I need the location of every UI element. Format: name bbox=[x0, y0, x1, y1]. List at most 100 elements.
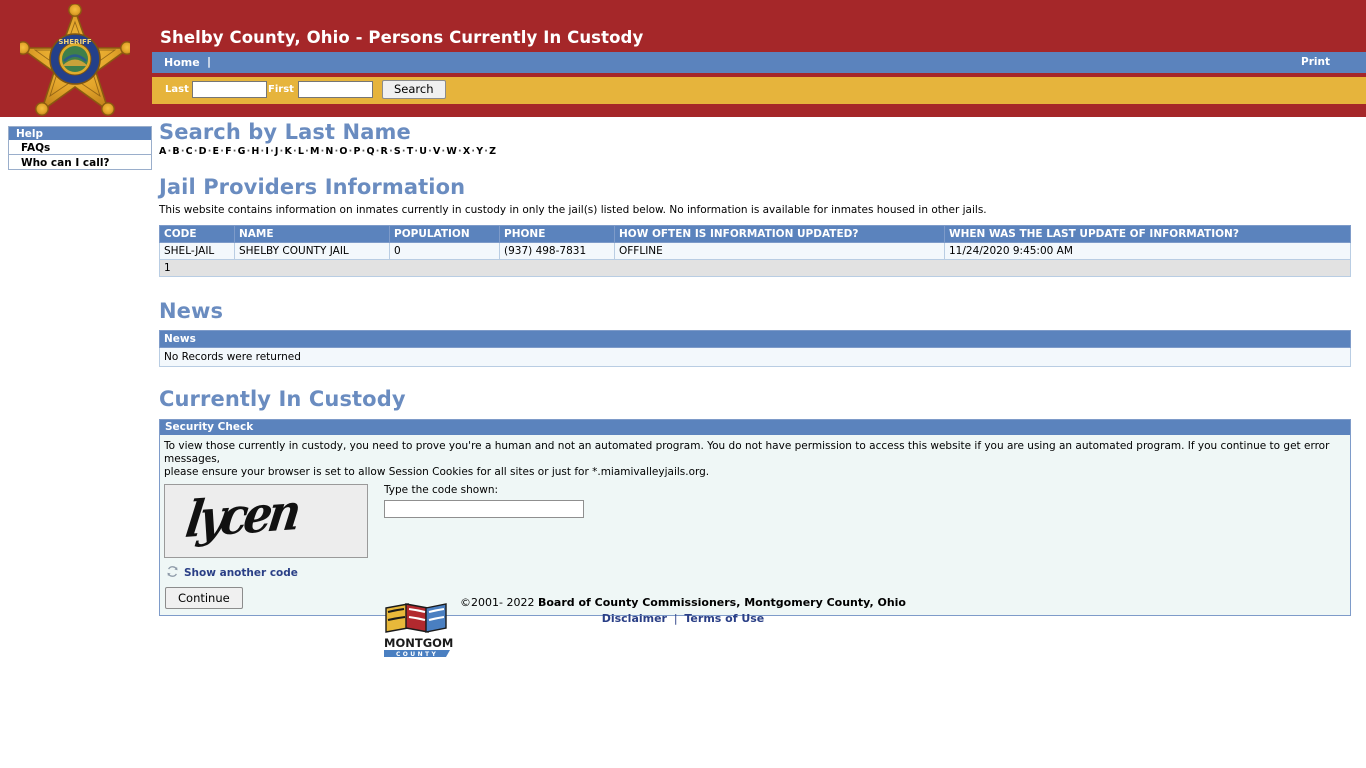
alpha-link-i[interactable]: I bbox=[265, 146, 269, 157]
col-code: CODE bbox=[159, 225, 235, 243]
alphabet-index: A·B·C·D·E·F·G·H·I·J·K·L·M·N·O·P·Q·R·S·T·… bbox=[159, 146, 1351, 157]
nav-home-link[interactable]: Home bbox=[164, 56, 200, 69]
captcha-row: lycen Type the code shown: bbox=[164, 484, 1346, 558]
first-name-label: First bbox=[268, 84, 294, 95]
alpha-link-x[interactable]: X bbox=[463, 146, 471, 157]
alpha-link-e[interactable]: E bbox=[213, 146, 220, 157]
news-empty-message: No Records were returned bbox=[159, 347, 1351, 367]
alpha-link-d[interactable]: D bbox=[199, 146, 207, 157]
footer-copyright-years: ©2001- 2022 bbox=[460, 596, 535, 609]
cell-last-update: 11/24/2020 9:45:00 AM bbox=[944, 242, 1351, 260]
sidebar-item-who-can-i-call-label[interactable]: Who can I call? bbox=[21, 157, 110, 169]
alpha-separator: · bbox=[246, 146, 251, 157]
alpha-separator: · bbox=[279, 146, 284, 157]
nav-divider: | bbox=[207, 55, 212, 68]
heading-currently-in-custody: Currently In Custody bbox=[159, 387, 406, 411]
alpha-link-k[interactable]: K bbox=[284, 146, 292, 157]
alpha-link-m[interactable]: M bbox=[310, 146, 320, 157]
disclaimer-link[interactable]: Disclaimer bbox=[602, 612, 667, 625]
alpha-separator: · bbox=[361, 146, 366, 157]
alpha-link-v[interactable]: V bbox=[433, 146, 441, 157]
show-another-code-link[interactable]: Show another code bbox=[166, 565, 1346, 581]
alpha-separator: · bbox=[232, 146, 237, 157]
alpha-link-r[interactable]: R bbox=[381, 146, 389, 157]
alpha-link-y[interactable]: Y bbox=[476, 146, 483, 157]
security-check-panel: Security Check To view those currently i… bbox=[159, 419, 1351, 616]
show-another-code-label[interactable]: Show another code bbox=[184, 567, 298, 579]
alpha-separator: · bbox=[441, 146, 446, 157]
alpha-link-l[interactable]: L bbox=[298, 146, 304, 157]
cell-code: SHEL-JAIL bbox=[159, 242, 235, 260]
footer-copyright-owner: Board of County Commissioners, Montgomer… bbox=[537, 596, 906, 609]
logo-word-montgomery: MONTGOMERY bbox=[384, 636, 454, 650]
alpha-separator: · bbox=[484, 146, 489, 157]
table-header-row: CODE NAME POPULATION PHONE HOW OFTEN IS … bbox=[159, 225, 1351, 243]
pager-page-1[interactable]: 1 bbox=[159, 259, 1351, 277]
captcha-code-text: lycen bbox=[182, 484, 301, 550]
sidebar-item-faqs-label[interactable]: FAQs bbox=[21, 142, 50, 154]
alpha-link-a[interactable]: A bbox=[159, 146, 167, 157]
alpha-link-c[interactable]: C bbox=[186, 146, 193, 157]
alpha-link-p[interactable]: P bbox=[353, 146, 360, 157]
alpha-separator: · bbox=[305, 146, 309, 157]
table-pager-row: 1 bbox=[159, 259, 1351, 277]
terms-of-use-link[interactable]: Terms of Use bbox=[684, 612, 764, 625]
col-last-update: WHEN WAS THE LAST UPDATE OF INFORMATION? bbox=[944, 225, 1351, 243]
alpha-link-o[interactable]: O bbox=[339, 146, 347, 157]
sidebar-item-faqs[interactable]: FAQs bbox=[8, 140, 152, 155]
alpha-link-q[interactable]: Q bbox=[366, 146, 374, 157]
news-header-row: News bbox=[159, 330, 1351, 348]
last-name-input[interactable] bbox=[192, 81, 267, 98]
sidebar-item-who-can-i-call[interactable]: Who can I call? bbox=[8, 155, 152, 170]
refresh-icon bbox=[166, 565, 179, 581]
alpha-separator: · bbox=[180, 146, 185, 157]
security-check-text-line1: To view those currently in custody, you … bbox=[164, 440, 1330, 465]
alpha-link-f[interactable]: F bbox=[225, 146, 232, 157]
alpha-link-w[interactable]: W bbox=[446, 146, 457, 157]
top-navbar: Home | Print bbox=[152, 52, 1366, 73]
alpha-separator: · bbox=[167, 146, 172, 157]
footer-copyright: ©2001- 2022 Board of County Commissioner… bbox=[460, 596, 906, 609]
cell-updated: OFFLINE bbox=[614, 242, 945, 260]
sheriff-star-badge-icon: SHERIFF bbox=[16, 3, 134, 118]
first-name-input[interactable] bbox=[298, 81, 373, 98]
captcha-input[interactable] bbox=[384, 500, 584, 518]
alpha-link-b[interactable]: B bbox=[172, 146, 179, 157]
alpha-link-g[interactable]: G bbox=[238, 146, 246, 157]
cell-name: SHELBY COUNTY JAIL bbox=[234, 242, 390, 260]
col-population: POPULATION bbox=[389, 225, 500, 243]
alpha-link-z[interactable]: Z bbox=[489, 146, 496, 157]
alpha-link-n[interactable]: N bbox=[325, 146, 333, 157]
alpha-link-s[interactable]: S bbox=[394, 146, 401, 157]
cell-population: 0 bbox=[389, 242, 500, 260]
alpha-link-u[interactable]: U bbox=[419, 146, 427, 157]
svg-text:SHERIFF: SHERIFF bbox=[58, 38, 91, 46]
sidebar-header-help: Help bbox=[8, 126, 152, 140]
cell-phone: (937) 498-7831 bbox=[499, 242, 615, 260]
alpha-separator: · bbox=[193, 146, 198, 157]
alpha-link-t[interactable]: T bbox=[407, 146, 414, 157]
alpha-separator: · bbox=[334, 146, 339, 157]
jail-providers-table: CODE NAME POPULATION PHONE HOW OFTEN IS … bbox=[159, 225, 1351, 277]
page-title: Shelby County, Ohio - Persons Currently … bbox=[160, 28, 644, 47]
footer-link-separator: | bbox=[673, 612, 678, 625]
alpha-separator: · bbox=[270, 146, 274, 157]
print-link[interactable]: Print bbox=[1301, 56, 1330, 68]
col-updated: HOW OFTEN IS INFORMATION UPDATED? bbox=[614, 225, 945, 243]
site-header: SHERIFF Shelby County, Ohio - Persons Cu… bbox=[0, 0, 1366, 117]
help-sidebar: Help FAQs Who can I call? bbox=[8, 126, 152, 170]
search-button[interactable]: Search bbox=[382, 80, 446, 99]
alpha-link-h[interactable]: H bbox=[251, 146, 259, 157]
alpha-separator: · bbox=[207, 146, 212, 157]
alpha-link-j[interactable]: J bbox=[275, 146, 279, 157]
alpha-separator: · bbox=[458, 146, 462, 157]
heading-jail-providers: Jail Providers Information bbox=[159, 175, 466, 199]
logo-word-county: COUNTY bbox=[396, 651, 438, 658]
heading-news: News bbox=[159, 299, 224, 323]
alpha-separator: · bbox=[375, 146, 380, 157]
jail-providers-blurb: This website contains information on inm… bbox=[159, 204, 987, 216]
captcha-input-label: Type the code shown: bbox=[384, 484, 499, 496]
alpha-separator: · bbox=[348, 146, 353, 157]
alpha-separator: · bbox=[428, 146, 432, 157]
col-news: News bbox=[159, 330, 1351, 348]
